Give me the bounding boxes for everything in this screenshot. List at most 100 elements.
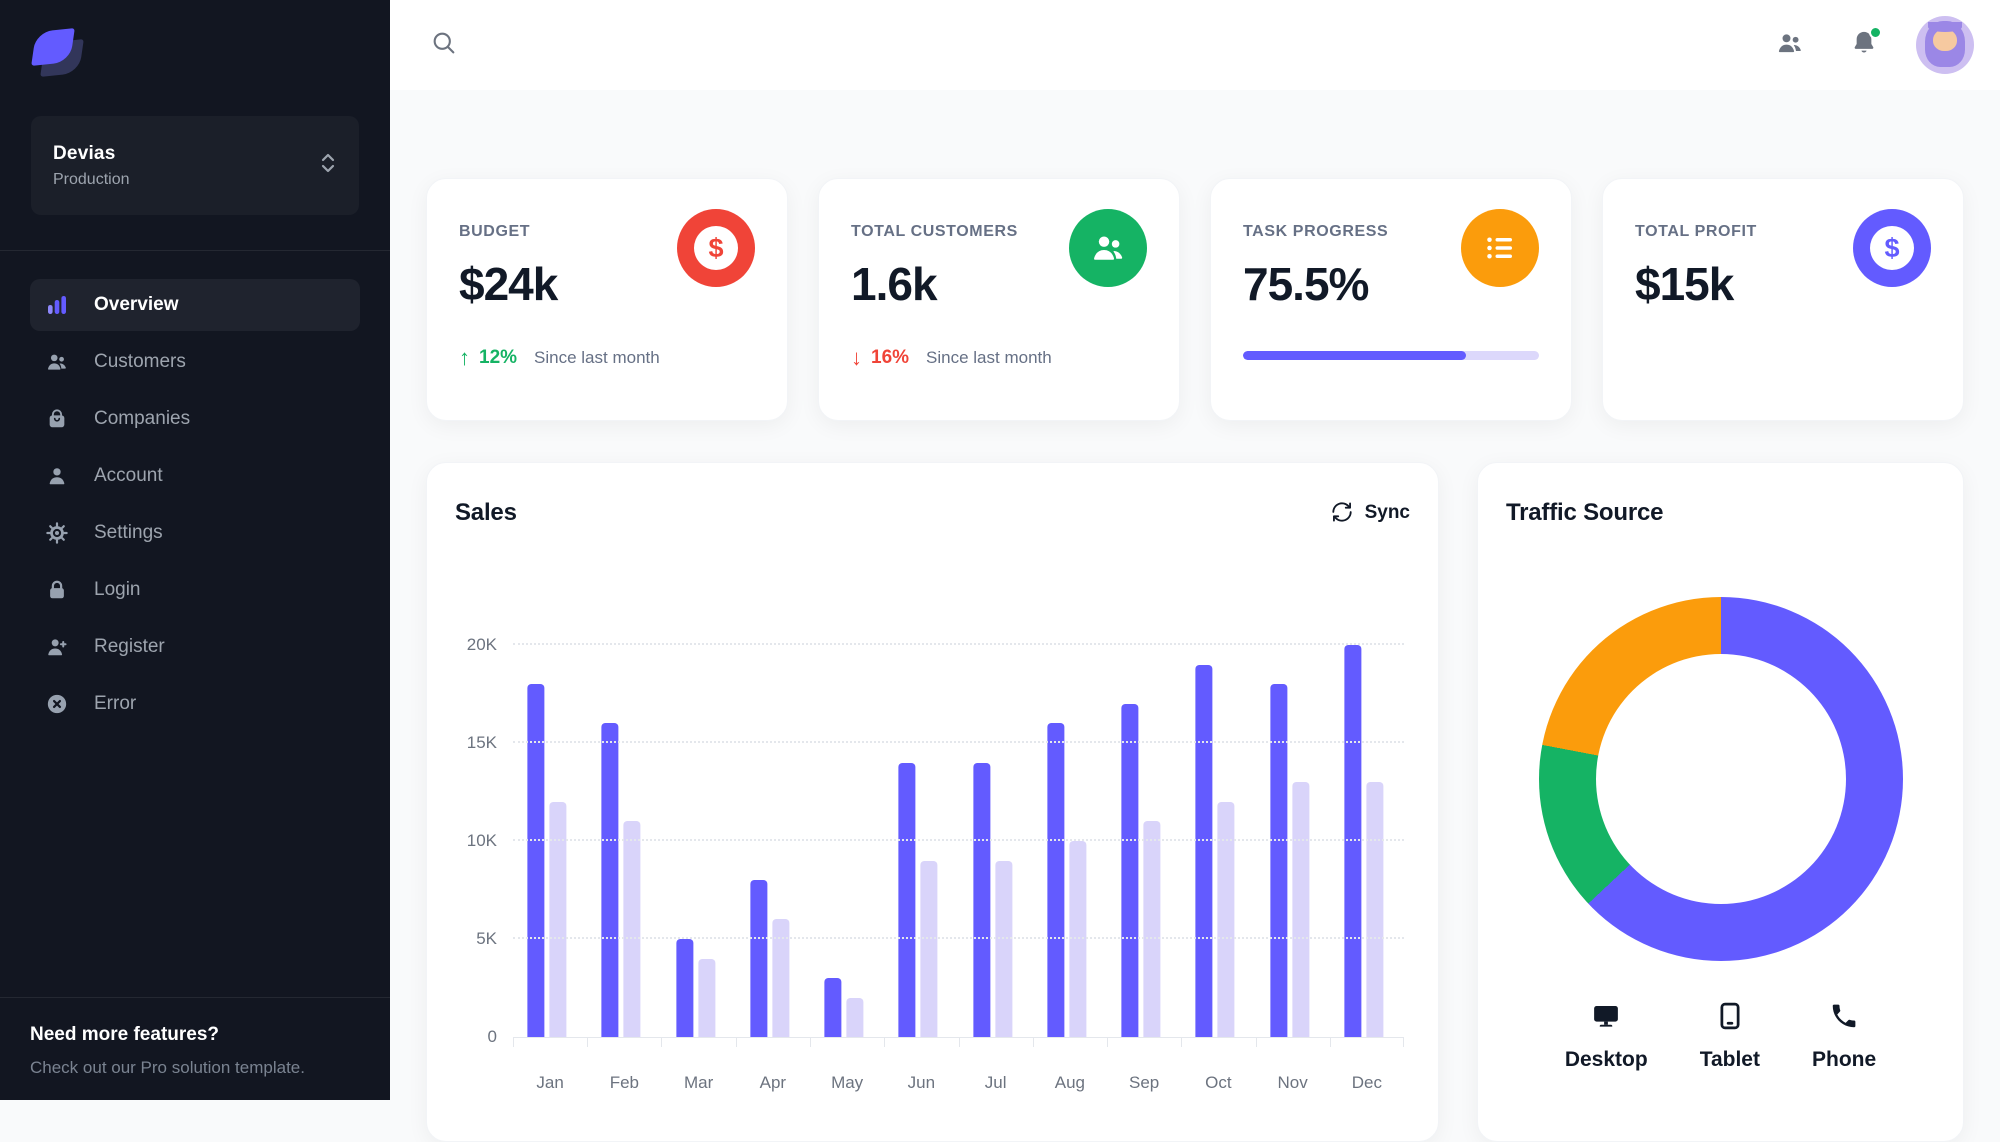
gridline (513, 643, 1404, 645)
task-progress-bar (1243, 351, 1539, 360)
bar-group (1033, 645, 1107, 1037)
bar-group (810, 645, 884, 1037)
contacts-button[interactable] (1768, 23, 1812, 67)
unfold-chevrons-icon (319, 152, 337, 179)
users-icon (1069, 209, 1147, 287)
sidebar-item-settings[interactable]: Settings (30, 507, 360, 559)
avatar-face (1933, 29, 1957, 51)
search-button[interactable] (422, 23, 466, 67)
workspace-environment: Production (53, 170, 130, 188)
x-axis-month-label: Jun (907, 1073, 936, 1092)
shopping-bag-icon (46, 408, 68, 430)
bar-group (1330, 645, 1404, 1037)
x-axis-month-label: Oct (1205, 1073, 1232, 1092)
sync-button[interactable]: Sync (1331, 501, 1410, 526)
y-axis-tick-label: 20K (466, 635, 497, 654)
top-bar (390, 0, 2000, 90)
trend-percent: 16% (871, 347, 910, 368)
sales-bar-primary-dark-bars (898, 762, 916, 1037)
sales-panel: Sales Sync 0 5K 10K 15K 20K Jan Feb Mar Apr May J… (426, 462, 1439, 1142)
dollar-icon: $ (1853, 209, 1931, 287)
sidebar-item-overview[interactable]: Overview (30, 279, 360, 331)
sidebar-item-customers[interactable]: Customers (30, 336, 360, 388)
axis-tick (809, 1038, 811, 1047)
stat-label: TOTAL PROFIT (1635, 223, 1757, 240)
sales-bar-primary-dark-bars (1195, 664, 1213, 1037)
devias-logo-icon[interactable] (31, 28, 84, 80)
x-axis-month-label: Aug (1054, 1073, 1085, 1092)
stat-value: 75.5% (1243, 258, 1369, 310)
gear-icon (46, 522, 68, 544)
stat-value: $15k (1635, 258, 1734, 310)
sidebar-item-label: Settings (94, 522, 163, 543)
sales-bar-primary-dark-bars (1270, 684, 1288, 1037)
stat-label: BUDGET (459, 223, 531, 240)
sidebar-item-login[interactable]: Login (30, 564, 360, 616)
workspace-selector[interactable]: Devias Production (31, 116, 359, 215)
sidebar-footer: Need more features? Check out our Pro so… (0, 997, 390, 1100)
stat-label: TASK PROGRESS (1243, 223, 1389, 240)
trend-percent: 12% (479, 347, 518, 368)
desktop-icon (1591, 1001, 1621, 1036)
sales-bar-secondary-light-bars (1069, 841, 1087, 1037)
x-axis-month-label: Sep (1129, 1073, 1160, 1092)
sales-bar-primary-dark-bars (601, 723, 619, 1037)
legend-item-desktop: Desktop (1565, 1001, 1648, 1072)
sales-plot (513, 645, 1404, 1037)
notification-badge (1869, 26, 1882, 39)
axis-tick (735, 1038, 737, 1047)
notifications-button[interactable] (1842, 23, 1886, 67)
top-bar-actions (1768, 16, 1974, 74)
sales-bar-primary-dark-bars (676, 939, 694, 1037)
sidebar-item-label: Account (94, 465, 163, 486)
sales-bar-secondary-light-bars (846, 997, 864, 1037)
sidebar-item-companies[interactable]: Companies (30, 393, 360, 445)
sales-bar-secondary-light-bars (1292, 782, 1310, 1037)
gridline (513, 741, 1404, 743)
sidebar-nav: Overview Customers Companies Account Set… (0, 251, 390, 730)
sales-bar-primary-dark-bars (750, 880, 768, 1037)
bar-group (513, 645, 587, 1037)
user-avatar[interactable] (1916, 16, 1974, 74)
x-axis-month-label: Dec (1351, 1073, 1382, 1092)
sidebar-item-register[interactable]: Register (30, 621, 360, 673)
traffic-source-title: Traffic Source (1506, 499, 1664, 526)
trend-down-icon: ↓ (851, 345, 862, 370)
sidebar-item-label: Register (94, 636, 165, 657)
total-profit-card: TOTAL PROFIT $15k $ (1602, 178, 1964, 421)
user-icon (46, 465, 68, 487)
traffic-source-panel: Traffic Source Desktop Tablet Phone (1477, 462, 1964, 1142)
axis-tick (661, 1038, 663, 1047)
task-progress-fill (1243, 351, 1467, 360)
bar-group (662, 645, 736, 1037)
sales-bar-secondary-light-bars (549, 801, 567, 1037)
axis-tick (1032, 1038, 1034, 1047)
sales-bar-secondary-light-bars (623, 821, 641, 1037)
axis-tick (1106, 1038, 1108, 1047)
sales-bar-primary-dark-bars (824, 978, 842, 1037)
trend-caption: Since last month (534, 348, 660, 367)
sidebar-item-label: Companies (94, 408, 191, 429)
list-bullet-icon (1461, 209, 1539, 287)
x-axis-month-label: Apr (759, 1073, 787, 1092)
task-progress-card: TASK PROGRESS 75.5% (1210, 178, 1572, 421)
sidebar-item-account[interactable]: Account (30, 450, 360, 502)
charts-row: Sales Sync 0 5K 10K 15K 20K Jan Feb Mar Apr May J… (426, 462, 1964, 1142)
legend-label: Phone (1811, 1048, 1877, 1071)
main-area: BUDGET $24k $ ↑ 12% Since last month TOT… (390, 0, 2000, 1142)
gridline (513, 839, 1404, 841)
sales-bar-secondary-light-bars (1143, 821, 1161, 1037)
sales-bar-chart: 0 5K 10K 15K 20K (467, 635, 1404, 1046)
total-customers-card: TOTAL CUSTOMERS 1.6k ↓ 16% Since last mo… (818, 178, 1180, 421)
workspace-name: Devias (53, 142, 116, 164)
contacts-icon (1776, 29, 1804, 62)
x-axis-month-label: Jan (536, 1073, 564, 1092)
bar-group (884, 645, 958, 1037)
x-axis-month-label: Jul (984, 1073, 1007, 1092)
sales-bar-secondary-light-bars (920, 860, 938, 1037)
sidebar-item-error[interactable]: Error (30, 678, 360, 730)
tablet-icon (1715, 1001, 1745, 1036)
sidebar-item-label: Login (94, 579, 141, 600)
x-axis-month-label: May (831, 1073, 864, 1092)
axis-tick (1255, 1038, 1257, 1047)
